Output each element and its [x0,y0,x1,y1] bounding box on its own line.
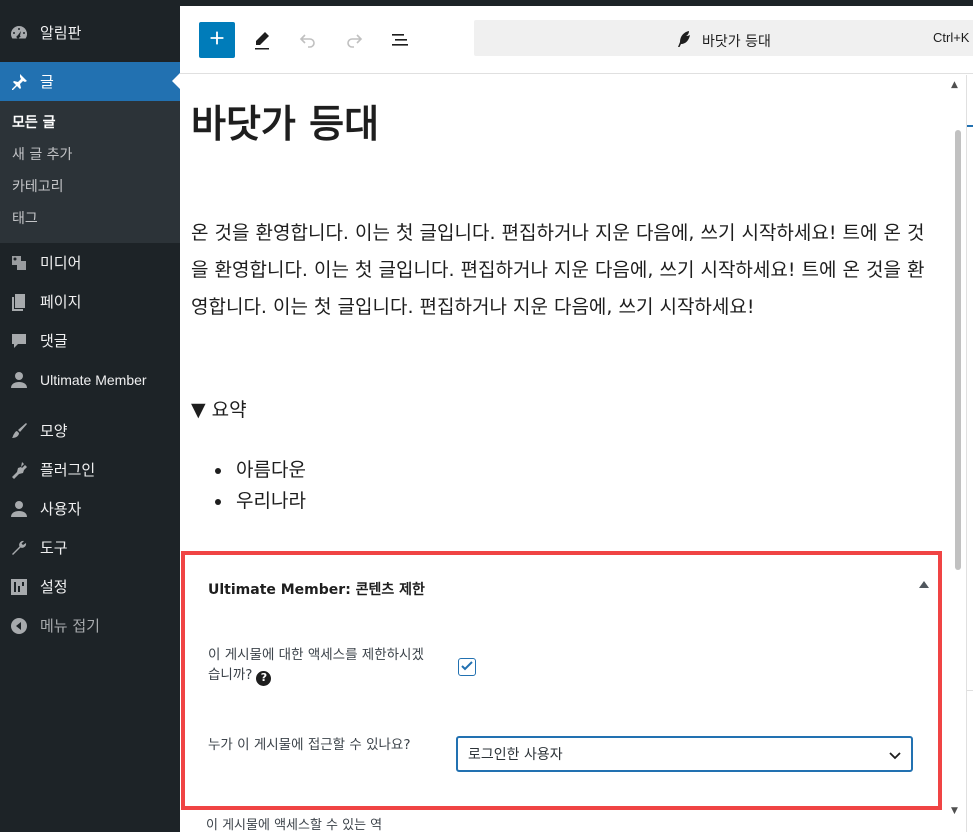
menu-label-ultimate-member: Ultimate Member [40,371,147,388]
undo-button[interactable] [296,28,320,52]
menu-label-settings: 설정 [40,578,68,596]
plus-icon [206,27,228,53]
shortcut-hint: Ctrl+K [933,30,970,45]
undo-icon [296,34,320,56]
add-block-button[interactable] [199,22,235,58]
menu-label-pages: 페이지 [40,293,82,311]
media-icon [8,252,30,274]
redo-icon [342,34,366,56]
menu-item-dashboard[interactable]: 알림판 [0,13,180,52]
collapse-icon [8,615,30,637]
pin-icon [8,71,30,93]
command-palette-bar[interactable]: 바닷가 등대 Ctrl+K [474,20,973,56]
edit-tool-button[interactable] [250,28,274,52]
redo-button[interactable] [342,28,366,52]
menu-label-collapse: 메뉴 접기 [40,617,100,635]
submenu-tags[interactable]: 태그 [0,203,180,235]
list-item[interactable]: 우리나라 [214,486,306,517]
document-overview-button[interactable] [388,28,412,52]
document-title-text: 바닷가 등대 [702,34,771,50]
menu-label-comments: 댓글 [40,332,68,350]
menu-item-collapse[interactable]: 메뉴 접기 [0,606,180,645]
partial-field-label: 이 게시물에 액세스할 수 있는 역 [206,818,383,832]
who-can-access-value: 로그인한 사용자 [468,747,563,763]
feather-icon [674,29,702,53]
menu-label-users: 사용자 [40,500,82,518]
menu-label-tools: 도구 [40,539,68,557]
help-icon[interactable]: ? [256,670,272,686]
paragraph-block[interactable]: 온 것을 환영합니다. 이는 첫 글입니다. 편집하거나 지운 다음에, 쓰기 … [191,215,941,326]
restrict-access-label: 이 게시물에 대한 액세스를 제한하시겠습니까?? [208,645,428,686]
checkmark-icon [460,658,474,677]
who-can-access-select[interactable]: 로그인한 사용자 [456,736,913,772]
menu-item-settings[interactable]: 설정 [0,567,180,606]
post-title[interactable]: 바닷가 등대 [191,93,379,148]
list-item[interactable]: 아름다운 [214,455,306,486]
divider [967,690,973,691]
menu-label-appearance: 모양 [40,422,68,440]
menu-label-dashboard: 알림판 [40,24,82,42]
list-view-icon [388,34,412,56]
menu-item-users[interactable]: 사용자 [0,489,180,528]
menu-item-comments[interactable]: 댓글 [0,321,180,360]
submenu-add-new[interactable]: 새 글 추가 [0,139,180,171]
submenu-categories[interactable]: 카테고리 [0,171,180,203]
scrollbar-thumb[interactable] [955,130,961,570]
settings-sidebar-edge [966,75,973,832]
dashboard-icon [8,22,30,44]
comment-icon [8,330,30,352]
restrict-access-checkbox[interactable] [458,658,476,676]
admin-sidebar: 알림판 글 모든 글 새 글 추가 카테고리 태그 미디어 페이지 댓글 Ult… [0,6,180,832]
menu-item-tools[interactable]: 도구 [0,528,180,567]
pencil-icon [250,32,274,56]
active-tab-indicator [967,125,973,127]
user-icon [8,369,30,391]
restrict-access-label-text: 이 게시물에 대한 액세스를 제한하시겠습니까? [208,647,424,683]
scroll-down-arrow[interactable]: ▼ [951,806,958,816]
menu-label-media: 미디어 [40,254,82,272]
paintbrush-icon [8,420,30,442]
menu-item-pages[interactable]: 페이지 [0,282,180,321]
menu-item-media[interactable]: 미디어 [0,243,180,282]
menu-item-ultimate-member[interactable]: Ultimate Member [0,360,180,399]
plugin-icon [8,459,30,481]
menu-item-plugins[interactable]: 플러그인 [0,450,180,489]
menu-item-appearance[interactable]: 모양 [0,411,180,450]
menu-label-posts: 글 [40,73,54,91]
details-block-summary[interactable]: ▼ 요약 [191,395,247,422]
list-block[interactable]: 아름다운 우리나라 [214,455,306,517]
metabox-collapse-toggle[interactable] [919,581,929,588]
users-icon [8,498,30,520]
editor-toolbar: 바닷가 등대 Ctrl+K [180,6,973,74]
wrench-icon [8,537,30,559]
content-restriction-metabox: Ultimate Member: 콘텐츠 제한 이 게시물에 대한 액세스를 제… [181,551,942,810]
document-title-display: 바닷가 등대 [674,29,771,53]
metabox-title: Ultimate Member: 콘텐츠 제한 [208,582,425,598]
scroll-up-arrow[interactable]: ▲ [951,80,958,90]
menu-item-posts[interactable]: 글 [0,62,180,101]
settings-icon [8,576,30,598]
pages-icon [8,291,30,313]
who-can-access-label: 누가 이 게시물에 접근할 수 있나요? [208,737,411,753]
menu-label-plugins: 플러그인 [40,461,96,479]
submenu-all-posts[interactable]: 모든 글 [0,107,180,139]
posts-submenu: 모든 글 새 글 추가 카테고리 태그 [0,101,180,243]
